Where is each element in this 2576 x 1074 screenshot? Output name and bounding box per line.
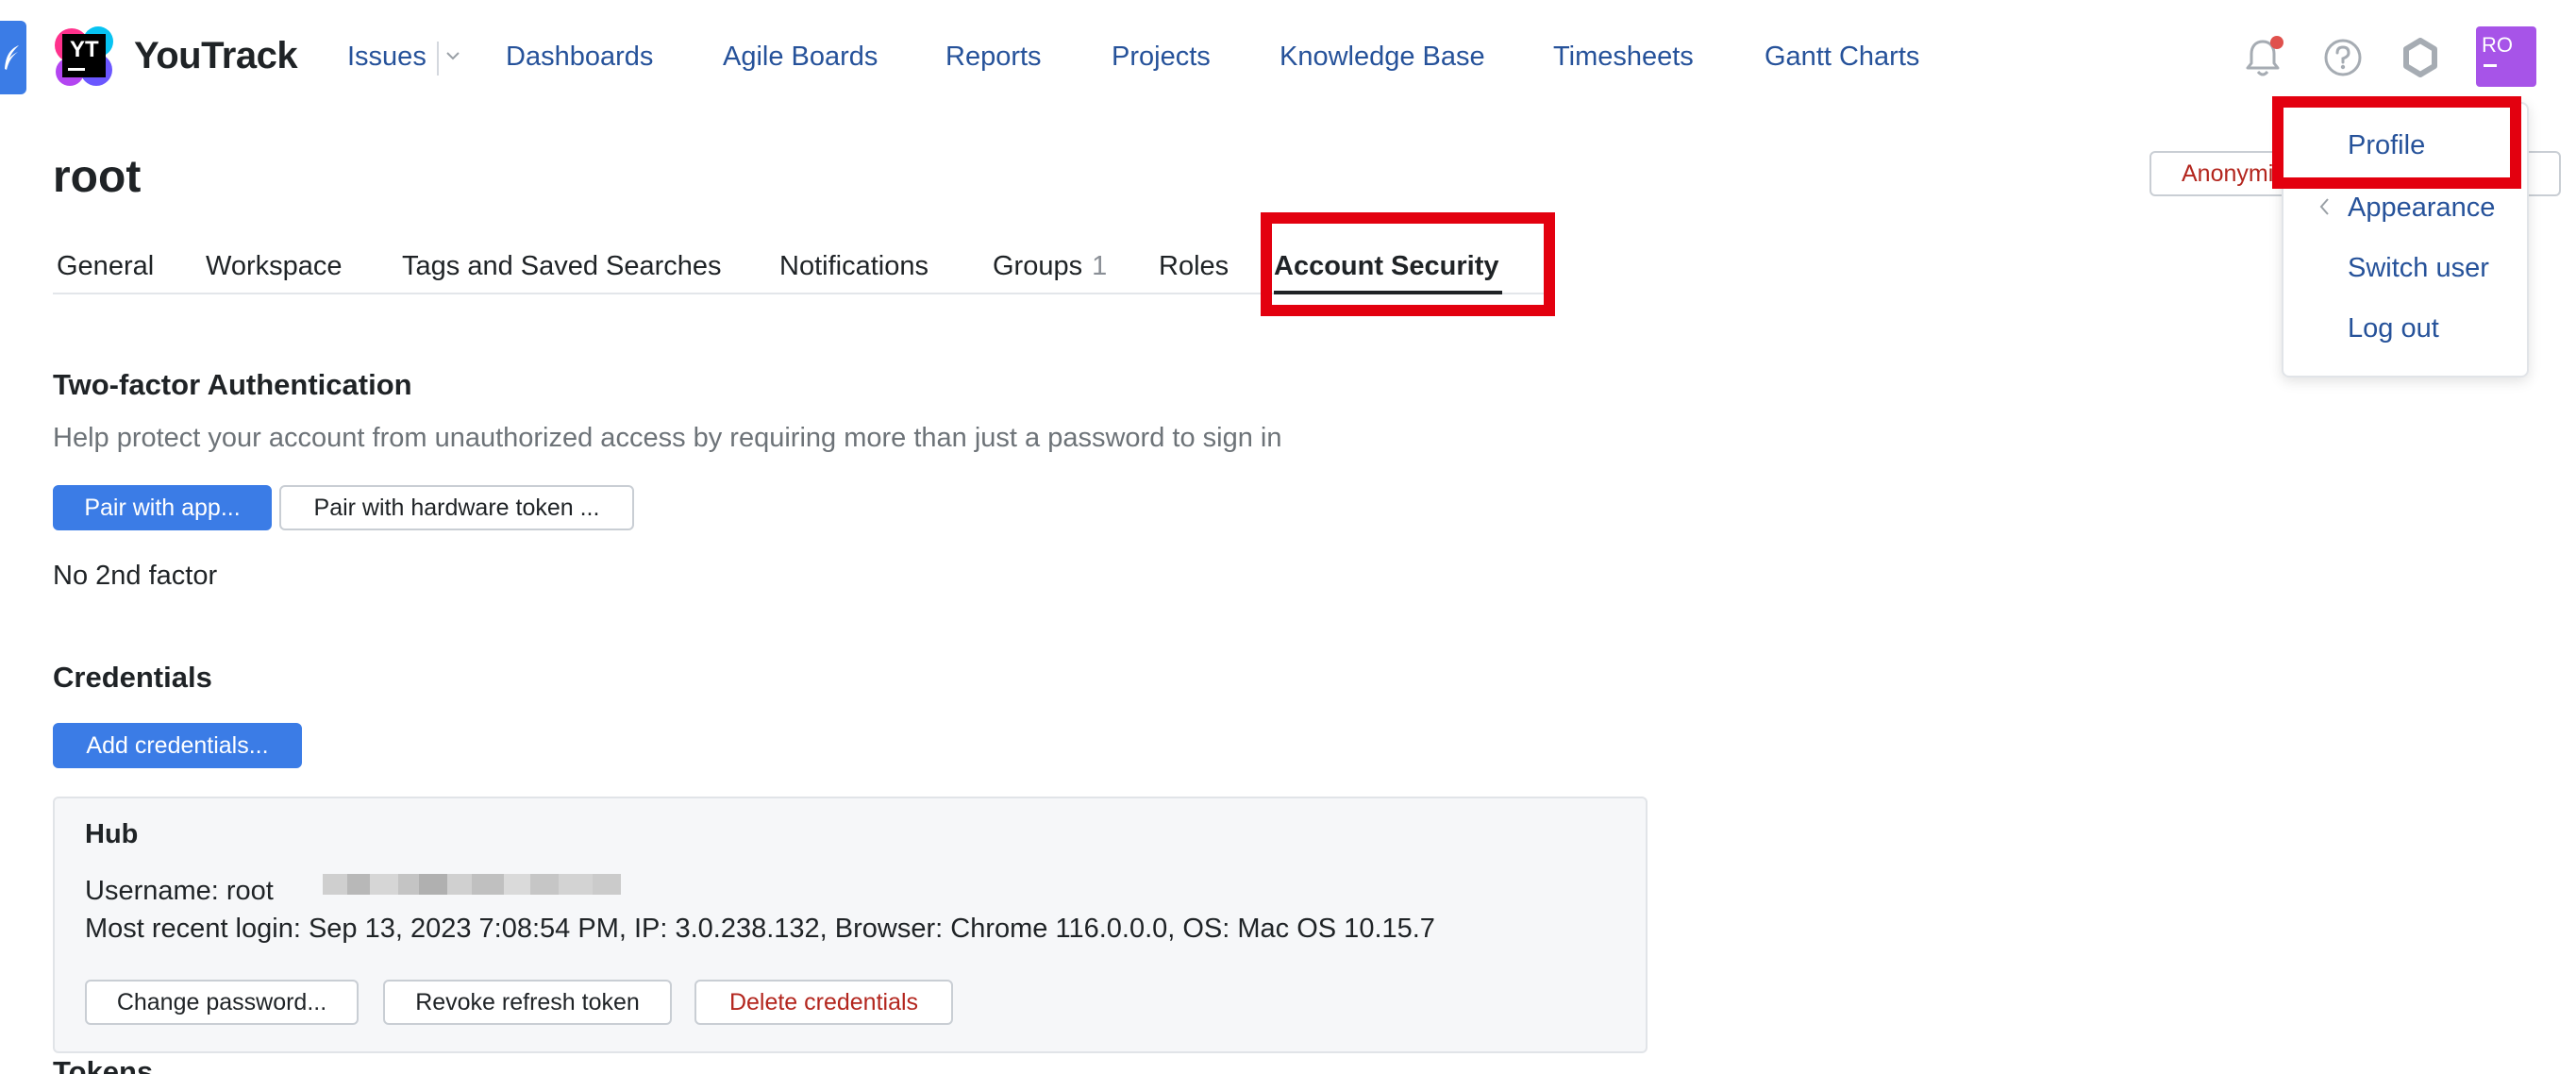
- add-credentials-button[interactable]: Add credentials...: [53, 723, 302, 768]
- nav-issues[interactable]: Issues: [347, 38, 427, 76]
- hub-credentials-card: Hub Username: root Most recent login: Se…: [53, 797, 1648, 1053]
- nav-reports[interactable]: Reports: [945, 38, 1042, 76]
- notification-dot: [2270, 36, 2283, 49]
- logo-mark-text: YT: [70, 37, 99, 62]
- chevron-left-icon: [2317, 196, 2333, 222]
- chevron-down-icon[interactable]: [443, 46, 462, 70]
- two-factor-status: No 2nd factor: [53, 561, 218, 591]
- nav-dashboards[interactable]: Dashboards: [506, 38, 653, 76]
- nav-divider: [437, 42, 439, 76]
- avatar[interactable]: RO: [2476, 26, 2536, 87]
- menu-item-log-out[interactable]: Log out: [2348, 313, 2439, 344]
- tab-groups[interactable]: Groups 1: [993, 249, 1107, 283]
- nav-timesheets[interactable]: Timesheets: [1553, 38, 1694, 76]
- logo-text: YouTrack: [134, 34, 298, 76]
- nav-knowledge-base[interactable]: Knowledge Base: [1280, 38, 1485, 76]
- youtrack-logo-mark: YT: [53, 25, 115, 87]
- feather-icon: [5, 45, 19, 70]
- username-line: Username: root: [85, 876, 274, 906]
- tokens-heading: Tokens: [53, 1055, 154, 1074]
- help-icon[interactable]: [2323, 38, 2363, 82]
- highlight-box-profile: [2272, 96, 2521, 189]
- tab-notifications[interactable]: Notifications: [779, 249, 928, 283]
- last-login-line: Most recent login: Sep 13, 2023 7:08:54 …: [85, 914, 1435, 944]
- card-title: Hub: [85, 819, 139, 849]
- redacted-email: [323, 874, 621, 895]
- pair-with-hardware-token-button[interactable]: Pair with hardware token ...: [279, 485, 634, 530]
- revoke-refresh-token-button[interactable]: Revoke refresh token: [383, 980, 672, 1025]
- youtrack-logo[interactable]: YT YouTrack: [53, 25, 298, 87]
- settings-icon[interactable]: [2400, 38, 2440, 82]
- tab-general[interactable]: General: [57, 249, 154, 283]
- groups-count-badge: 1: [1092, 251, 1108, 281]
- pair-with-app-button[interactable]: Pair with app...: [53, 485, 272, 530]
- tab-workspace[interactable]: Workspace: [206, 249, 343, 283]
- tab-tags-and-saved-searches[interactable]: Tags and Saved Searches: [402, 249, 722, 283]
- nav-gantt-charts[interactable]: Gantt Charts: [1765, 38, 1919, 76]
- two-factor-description: Help protect your account from unauthori…: [53, 423, 1282, 453]
- page-title: root: [53, 152, 142, 202]
- credentials-heading: Credentials: [53, 661, 212, 694]
- nav-agile-boards[interactable]: Agile Boards: [723, 38, 878, 76]
- change-password-button[interactable]: Change password...: [85, 980, 359, 1025]
- two-factor-heading: Two-factor Authentication: [53, 368, 412, 401]
- avatar-initials: RO: [2482, 33, 2513, 57]
- delete-credentials-button[interactable]: Delete credentials: [694, 980, 953, 1025]
- highlight-box-account-security: [1261, 212, 1555, 316]
- sidebar-toggle[interactable]: [0, 21, 26, 94]
- tab-roles[interactable]: Roles: [1159, 249, 1229, 283]
- menu-item-switch-user[interactable]: Switch user: [2348, 253, 2489, 284]
- menu-item-appearance[interactable]: Appearance: [2348, 193, 2495, 224]
- nav-projects[interactable]: Projects: [1112, 38, 1211, 76]
